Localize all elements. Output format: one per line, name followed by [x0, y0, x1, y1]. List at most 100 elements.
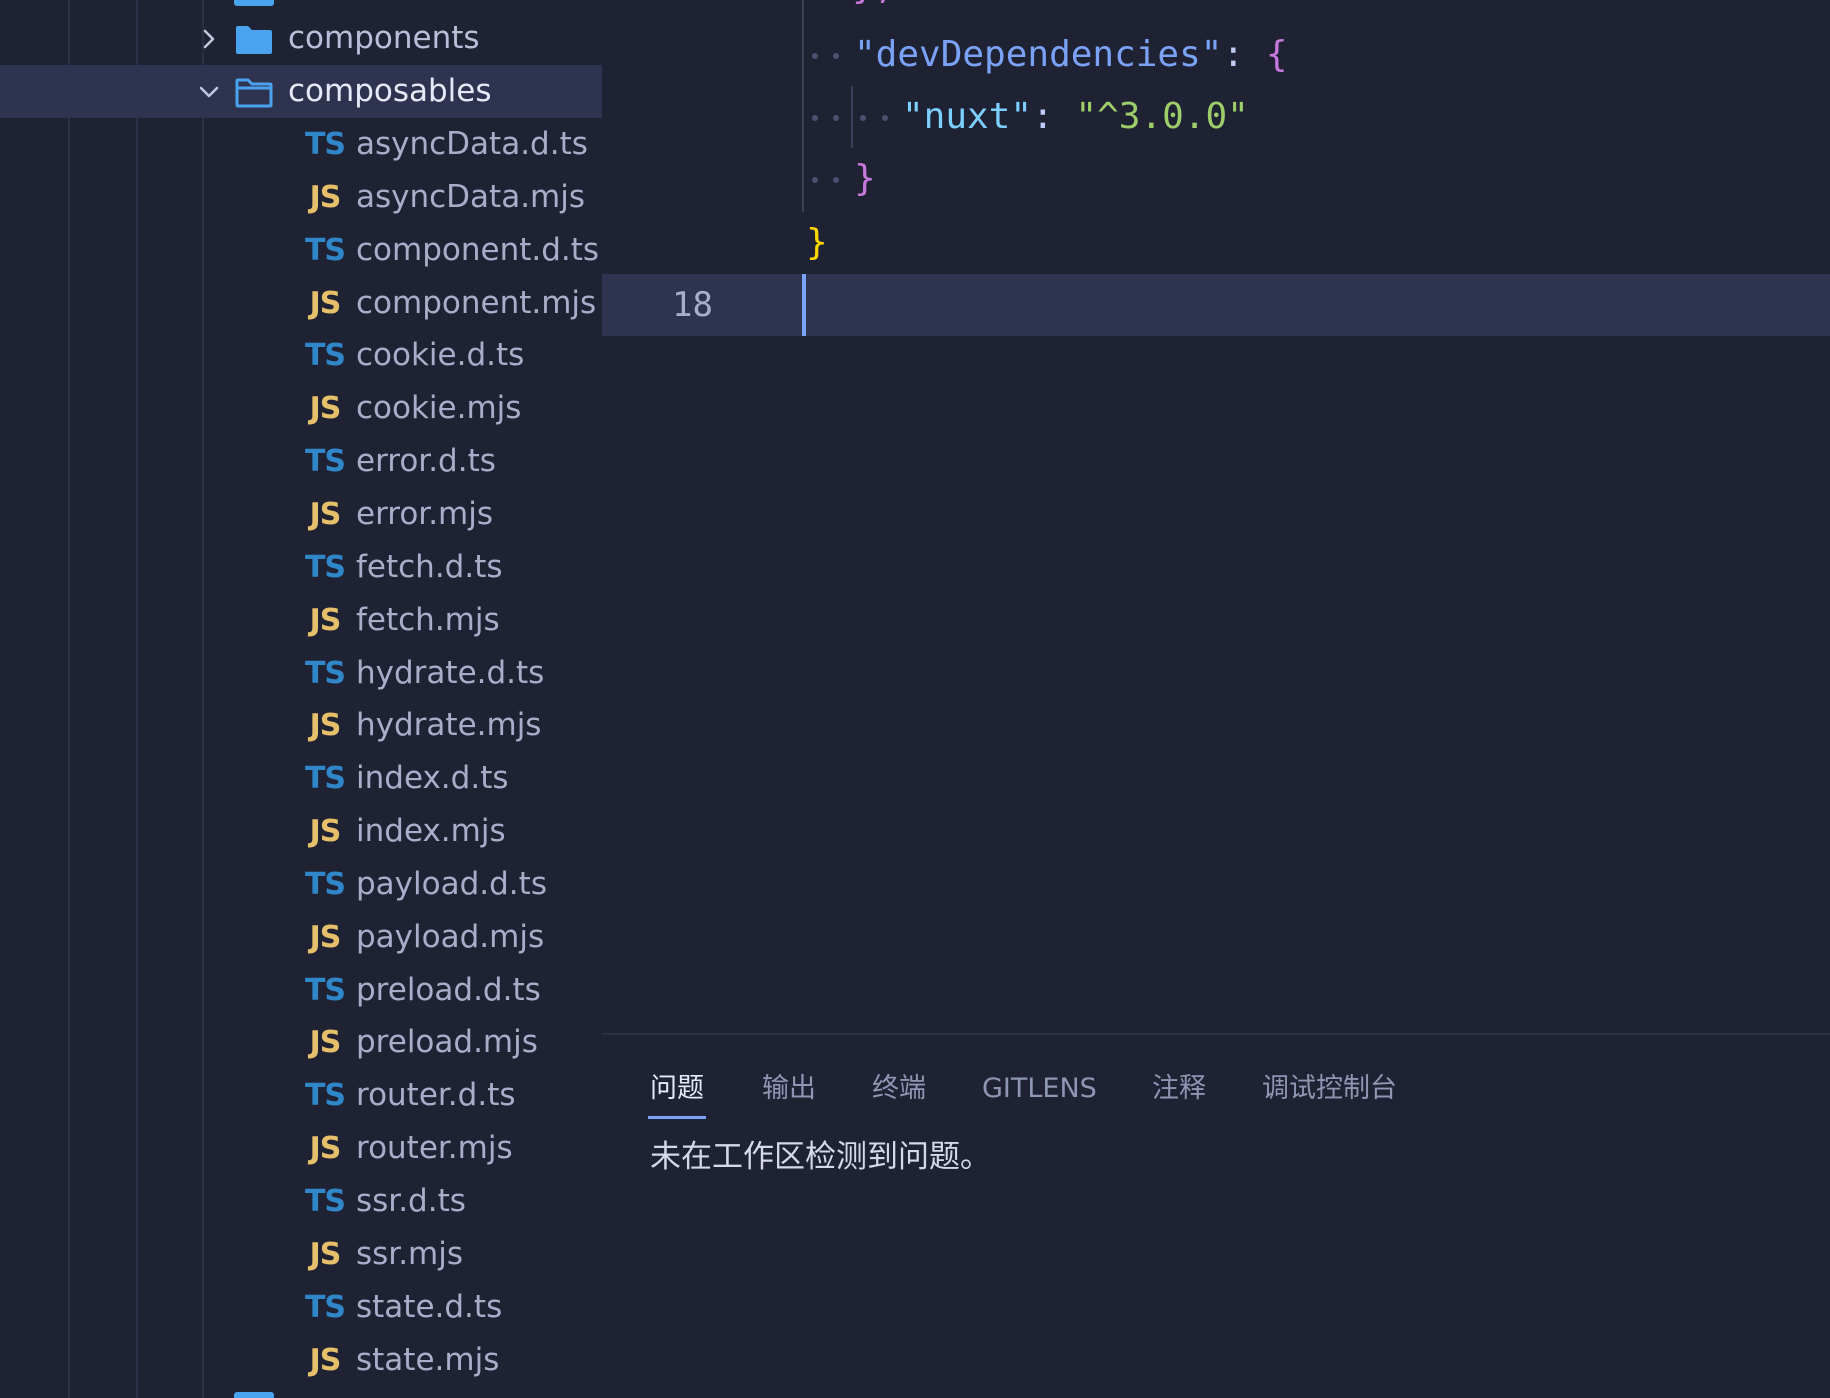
file-row[interactable]: TS router.d.ts [0, 1069, 602, 1122]
code-line[interactable]: } [602, 148, 1830, 210]
folder-label: components [288, 20, 480, 56]
code-line[interactable]: "devDependencies": { [602, 24, 1830, 86]
file-row[interactable]: TS asyncData.d.ts [0, 118, 602, 171]
file-label: payload.mjs [356, 919, 545, 955]
file-row[interactable]: JS asyncData.mjs [0, 171, 602, 224]
file-row[interactable]: JS payload.mjs [0, 911, 602, 964]
file-row[interactable]: TS index.d.ts [0, 752, 602, 805]
file-row[interactable]: JS error.mjs [0, 488, 602, 541]
folder-row-composables[interactable]: composables [0, 65, 602, 118]
file-row[interactable]: TS payload.d.ts [0, 858, 602, 911]
typescript-file-icon: TS [304, 444, 346, 479]
javascript-file-icon: JS [309, 391, 342, 426]
folder-icon [234, 1392, 274, 1398]
tab-output[interactable]: 输出 [762, 1063, 816, 1119]
explorer-sidebar: components composables TS asyncData.d.ts J… [0, 0, 602, 1398]
tab-terminal[interactable]: 终端 [872, 1063, 926, 1119]
folder-row-components[interactable]: components [0, 12, 602, 65]
file-label: payload.d.ts [356, 866, 547, 902]
tab-debug-console[interactable]: 调试控制台 [1262, 1063, 1397, 1119]
json-colon: : [1222, 34, 1245, 75]
indent-guide [802, 0, 804, 212]
javascript-file-icon: JS [309, 497, 342, 532]
chevron-right-icon [203, 29, 215, 49]
file-row[interactable]: TS cookie.d.ts [0, 329, 602, 382]
json-brace: { [1265, 34, 1288, 75]
typescript-file-icon: TS [304, 656, 346, 691]
indent-guide [851, 86, 853, 148]
file-label: index.mjs [356, 813, 506, 849]
whitespace-dot [860, 115, 866, 121]
file-label: ssr.d.ts [356, 1183, 466, 1219]
file-row[interactable]: JS fetch.mjs [0, 594, 602, 647]
file-label: router.d.ts [356, 1077, 516, 1113]
file-row[interactable]: JS hydrate.mjs [0, 699, 602, 752]
typescript-file-icon: TS [304, 127, 346, 162]
file-label: asyncData.d.ts [356, 126, 588, 162]
file-label: error.mjs [356, 496, 494, 532]
file-label: preload.mjs [356, 1024, 538, 1060]
typescript-file-icon: TS [304, 1078, 346, 1113]
typescript-file-icon: TS [304, 761, 346, 796]
javascript-file-icon: JS [309, 603, 342, 638]
file-label: index.d.ts [356, 760, 509, 796]
current-line[interactable]: 18 [602, 274, 1830, 336]
file-label: state.d.ts [356, 1289, 503, 1325]
code-line[interactable]: "nuxt": "^3.0.0" [602, 86, 1830, 148]
json-string: "^3.0.0" [1075, 96, 1249, 137]
tab-gitlens[interactable]: GITLENS [982, 1063, 1097, 1119]
tab-problems[interactable]: 问题 [648, 1063, 706, 1119]
whitespace-dot [812, 115, 818, 121]
file-label: ssr.mjs [356, 1236, 464, 1272]
file-row[interactable]: TS fetch.d.ts [0, 541, 602, 594]
folder-icon [236, 26, 272, 54]
file-label: asyncData.mjs [356, 179, 586, 215]
typescript-file-icon: TS [304, 867, 346, 902]
json-key: "nuxt" [902, 96, 1033, 137]
file-row[interactable]: JS index.mjs [0, 805, 602, 858]
file-row[interactable]: TS preload.d.ts [0, 964, 602, 1017]
typescript-file-icon: TS [304, 1184, 346, 1219]
whitespace-dot [833, 115, 839, 121]
file-row[interactable]: JS component.mjs [0, 277, 602, 330]
javascript-file-icon: JS [309, 708, 342, 743]
typescript-file-icon: TS [304, 338, 346, 373]
file-label: state.mjs [356, 1342, 500, 1378]
file-row[interactable]: TS component.d.ts [0, 224, 602, 277]
bottom-panel: 问题 输出 终端 GITLENS 注释 调试控制台 未在工作区检测到问题。 [602, 1033, 1830, 1398]
file-label: preload.d.ts [356, 972, 541, 1008]
javascript-file-icon: JS [309, 286, 342, 321]
file-label: hydrate.d.ts [356, 655, 545, 691]
javascript-file-icon: JS [309, 1131, 342, 1166]
folder-icon [234, 0, 274, 6]
file-label: component.d.ts [356, 232, 600, 268]
tab-comments[interactable]: 注释 [1152, 1063, 1206, 1119]
file-label: component.mjs [356, 285, 597, 321]
javascript-file-icon: JS [309, 814, 342, 849]
whitespace-dot [812, 177, 818, 183]
file-label: cookie.d.ts [356, 337, 525, 373]
code-line[interactable]: } [602, 212, 1830, 274]
json-key: "devDependencies" [854, 34, 1223, 75]
file-row[interactable]: JS cookie.mjs [0, 382, 602, 435]
file-row[interactable]: TS hydrate.d.ts [0, 647, 602, 700]
javascript-file-icon: JS [309, 1343, 342, 1378]
file-row[interactable]: JS preload.mjs [0, 1016, 602, 1069]
typescript-file-icon: TS [304, 1290, 346, 1325]
file-label: fetch.d.ts [356, 549, 503, 585]
json-brace: } [854, 158, 876, 199]
javascript-file-icon: JS [309, 920, 342, 955]
file-row[interactable]: TS ssr.d.ts [0, 1175, 602, 1228]
code-editor[interactable]: }, "devDependencies": { "nuxt": "^3.0.0"… [602, 0, 1830, 1033]
whitespace-dot [833, 53, 839, 59]
file-row[interactable]: TS state.d.ts [0, 1281, 602, 1334]
file-row[interactable]: JS state.mjs [0, 1334, 602, 1387]
file-label: hydrate.mjs [356, 707, 542, 743]
problems-message: 未在工作区检测到问题。 [650, 1139, 991, 1175]
javascript-file-icon: JS [309, 1237, 342, 1272]
file-row[interactable]: TS error.d.ts [0, 435, 602, 488]
file-row[interactable]: JS ssr.mjs [0, 1228, 602, 1281]
folder-label: composables [288, 73, 492, 109]
file-row[interactable]: JS router.mjs [0, 1122, 602, 1175]
javascript-file-icon: JS [309, 180, 342, 215]
